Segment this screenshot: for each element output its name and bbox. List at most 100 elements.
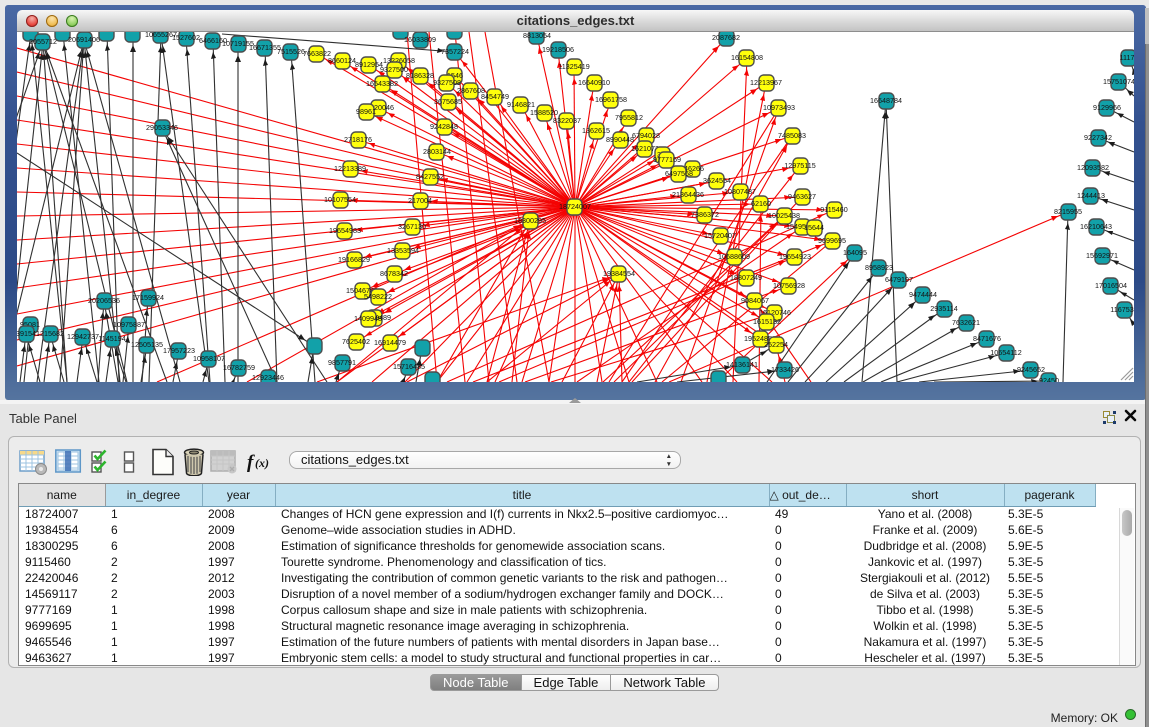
svg-text:1527602: 1527602	[172, 33, 200, 42]
svg-text:1167534: 1167534	[1110, 305, 1134, 314]
svg-text:15716485: 15716485	[393, 362, 425, 371]
svg-text:8660124: 8660124	[328, 56, 356, 65]
svg-text:1409948: 1409948	[354, 314, 382, 323]
svg-text:13353594: 13353594	[387, 246, 419, 255]
svg-text:16782759: 16782759	[223, 363, 255, 372]
svg-text:8990448: 8990448	[606, 135, 634, 144]
svg-text:10688609: 10688609	[718, 252, 750, 261]
svg-text:6479197: 6479197	[885, 275, 913, 284]
svg-text:18807249: 18807249	[730, 273, 762, 282]
svg-text:252254: 252254	[764, 340, 788, 349]
svg-text:3267130: 3267130	[398, 222, 426, 231]
svg-text:9227342: 9227342	[1084, 133, 1112, 142]
svg-text:2055712: 2055712	[29, 37, 57, 46]
svg-text:17016504: 17016504	[1095, 281, 1127, 290]
svg-text:8958923: 8958923	[865, 263, 893, 272]
svg-text:19654923: 19654923	[779, 252, 811, 261]
svg-text:11172: 11172	[1120, 53, 1134, 62]
svg-text:8322037: 8322037	[553, 116, 581, 125]
svg-text:3675685: 3675685	[434, 97, 462, 106]
svg-text:17159924: 17159924	[132, 293, 164, 302]
svg-text:(x): (x)	[255, 456, 269, 470]
svg-text:10958107: 10958107	[193, 354, 225, 363]
svg-text:7625402: 7625402	[342, 337, 370, 346]
svg-text:8471676: 8471676	[973, 334, 1001, 343]
svg-text:9129966: 9129966	[1093, 103, 1121, 112]
svg-text:10025438: 10025438	[768, 211, 800, 220]
svg-text:10807487: 10807487	[724, 187, 756, 196]
svg-text:9115460: 9115460	[820, 205, 847, 214]
svg-text:7632621: 7632621	[952, 318, 980, 327]
svg-text:5498222: 5498222	[364, 292, 392, 301]
svg-text:16648784: 16648784	[870, 96, 902, 105]
svg-text:8215955: 8215955	[1054, 207, 1082, 216]
svg-text:2935114: 2935114	[930, 304, 957, 313]
svg-text:18724007: 18724007	[559, 202, 591, 211]
svg-text:10973493: 10973493	[763, 103, 795, 112]
svg-text:8912954: 8912954	[355, 60, 383, 69]
svg-text:12975115: 12975115	[784, 161, 815, 170]
svg-text:217004: 217004	[408, 196, 432, 205]
svg-text:16543382: 16543382	[366, 79, 398, 88]
svg-text:8813054: 8813054	[523, 32, 551, 40]
svg-text:18300295: 18300295	[514, 216, 546, 225]
svg-text:92450: 92450	[1039, 376, 1059, 382]
svg-text:12923446: 12923446	[252, 373, 284, 382]
svg-text:20206536: 20206536	[88, 296, 120, 305]
svg-text:9857791: 9857791	[328, 358, 356, 367]
svg-text:1244413: 1244413	[1077, 191, 1105, 200]
svg-text:12505135: 12505135	[131, 340, 163, 349]
svg-text:1615132: 1615132	[753, 317, 781, 326]
svg-text:16210643: 16210643	[1080, 222, 1112, 231]
svg-text:7515526: 7515526	[277, 47, 305, 56]
svg-text:16640910: 16640910	[578, 78, 610, 87]
svg-text:7386372: 7386372	[691, 210, 719, 219]
svg-text:14136141: 14136141	[726, 360, 758, 369]
svg-text:10975887: 10975887	[113, 320, 145, 329]
svg-text:15644: 15644	[804, 223, 824, 232]
svg-text:16914479: 16914479	[374, 338, 406, 347]
svg-text:16154808: 16154808	[731, 53, 763, 62]
svg-text:10107554: 10107554	[324, 195, 356, 204]
svg-text:10756928: 10756928	[773, 281, 805, 290]
svg-text:9474444: 9474444	[909, 290, 937, 299]
svg-text:12213389: 12213389	[334, 164, 366, 173]
svg-text:12213967: 12213967	[750, 78, 782, 87]
svg-text:15692971: 15692971	[1086, 251, 1118, 260]
svg-text:7485083: 7485083	[778, 131, 806, 140]
svg-text:8454749: 8454749	[481, 92, 509, 101]
svg-text:17957223: 17957223	[163, 346, 195, 355]
svg-text:11325419: 11325419	[558, 62, 589, 71]
svg-text:9242848: 9242848	[430, 122, 458, 131]
svg-text:29053346: 29053346	[146, 123, 178, 132]
svg-text:21364436: 21364436	[672, 190, 704, 199]
svg-text:6497568: 6497568	[665, 169, 693, 178]
svg-text:164095: 164095	[843, 248, 867, 257]
svg-text:1733426: 1733426	[771, 365, 799, 374]
svg-text:2718176: 2718176	[344, 135, 372, 144]
svg-text:7357224: 7357224	[441, 47, 469, 56]
svg-text:9327500: 9327500	[380, 65, 408, 74]
svg-text:f: f	[247, 452, 255, 473]
svg-text:9245652: 9245652	[1017, 365, 1045, 374]
svg-text:1362615: 1362615	[582, 126, 610, 135]
svg-text:39154: 39154	[17, 329, 36, 338]
svg-text:9463627: 9463627	[788, 192, 816, 201]
svg-text:19166829: 19166829	[338, 255, 370, 264]
svg-text:10654112: 10654112	[990, 348, 1021, 357]
svg-text:19218506: 19218506	[542, 45, 574, 54]
svg-text:20691406: 20691406	[68, 35, 100, 44]
svg-text:8427552: 8427552	[416, 172, 444, 181]
svg-text:15720407: 15720407	[704, 231, 736, 240]
svg-text:9699695: 9699695	[818, 236, 846, 245]
svg-text:7663822: 7663822	[303, 49, 331, 58]
svg-text:98961: 98961	[356, 107, 376, 116]
svg-text:19384554: 19384554	[603, 269, 635, 278]
svg-text:16961758: 16961758	[595, 95, 627, 104]
svg-text:8678342: 8678342	[380, 269, 408, 278]
svg-text:3624554: 3624554	[703, 176, 731, 185]
svg-text:1215682: 1215682	[36, 329, 64, 338]
svg-text:12942737: 12942737	[67, 332, 99, 341]
svg-text:2087682: 2087682	[712, 33, 740, 42]
svg-text:19654983: 19654983	[329, 226, 361, 235]
